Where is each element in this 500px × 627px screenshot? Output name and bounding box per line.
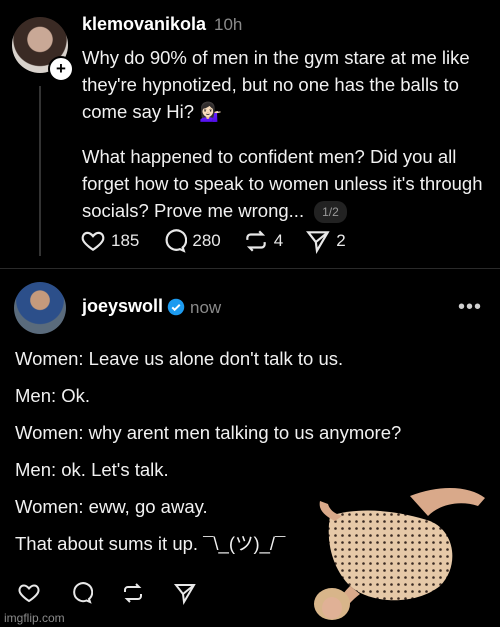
- watermark: imgflip.com: [4, 611, 65, 625]
- comment-icon: [165, 229, 188, 253]
- share-count: 2: [336, 231, 346, 250]
- repost-count: 4: [273, 231, 284, 250]
- repost-icon[interactable]: [121, 581, 145, 605]
- verified-badge-icon: [167, 298, 185, 316]
- post-paragraph: Why do 90% of men in the gym stare at me…: [82, 47, 470, 122]
- divider: [0, 268, 500, 269]
- heart-icon: [81, 231, 105, 251]
- post-line: Women: Leave us alone don't talk to us.: [15, 348, 344, 369]
- woman-sticker-image: [314, 487, 485, 620]
- post-paragraph: What happened to confident men? Did you …: [82, 143, 487, 224]
- like-button[interactable]: 185: [80, 228, 139, 254]
- heart-icon[interactable]: [17, 581, 41, 605]
- follow-plus-icon[interactable]: +: [48, 56, 74, 82]
- post-line: Women: why arent men talking to us anymo…: [15, 422, 402, 443]
- repost-button[interactable]: 4: [243, 228, 283, 254]
- thread-line: [39, 86, 41, 256]
- post-klemovanikola: + klemovanikola 10h Why do 90% of men in…: [0, 0, 500, 268]
- timestamp: now: [190, 298, 222, 317]
- post-body: Why do 90% of men in the gym stare at me…: [82, 44, 487, 242]
- repost-icon: [246, 230, 266, 252]
- send-icon: [306, 231, 330, 254]
- comment-icon[interactable]: [69, 581, 93, 605]
- comment-button[interactable]: 280: [161, 228, 221, 254]
- timestamp: 10h: [214, 15, 243, 34]
- action-bar: 185 280 4 2: [80, 228, 368, 254]
- avatar[interactable]: [14, 282, 66, 334]
- comment-count: 280: [192, 231, 221, 250]
- username[interactable]: klemovanikola: [82, 14, 206, 35]
- post-paragraph-text: What happened to confident men? Did you …: [82, 146, 483, 221]
- username[interactable]: joeyswoll: [82, 296, 163, 317]
- action-bar: [17, 581, 225, 605]
- share-button[interactable]: 2: [305, 228, 346, 254]
- post-line: Men: Ok.: [15, 385, 91, 406]
- send-icon[interactable]: [173, 581, 197, 605]
- like-count: 185: [111, 231, 140, 250]
- pager-badge[interactable]: 1/2: [314, 201, 347, 224]
- more-options-icon[interactable]: •••: [458, 296, 482, 319]
